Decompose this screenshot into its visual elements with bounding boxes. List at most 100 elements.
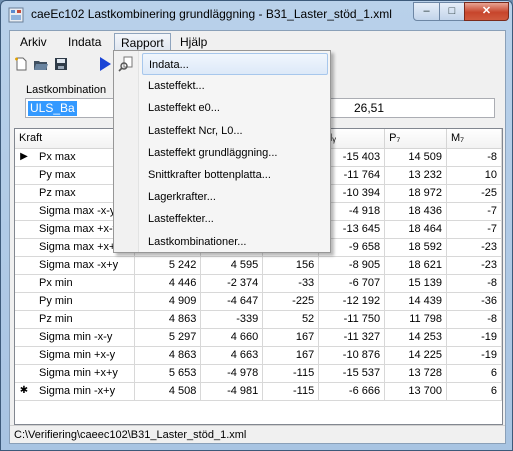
application-window: caeEc102 Lastkombinering grundläggning -… xyxy=(0,0,513,451)
table-cell: -2 374 xyxy=(200,274,264,293)
table-cell: 18 464 xyxy=(384,220,448,239)
table-cell: -8 xyxy=(446,274,502,293)
maximize-button[interactable]: □ xyxy=(439,2,465,21)
table-cell: -15 537 xyxy=(318,364,386,383)
menu-item-report[interactable]: Lasteffekt e0... xyxy=(142,97,328,119)
table-row[interactable]: Sigma min +x-y 4 863 4 663 167 -10 876 14 225… xyxy=(15,346,502,365)
table-cell: 4 863 xyxy=(134,346,202,365)
table-row[interactable]: Sigma max -x+y 5 242 4 595 156 -8 905 18 621-… xyxy=(15,256,502,275)
table-row[interactable]: Sigma min -x-y 5 297 4 660 167 -11 327 14 253… xyxy=(15,328,502,347)
load-combination-number: 26,51 xyxy=(353,101,384,115)
menu-arkiv[interactable]: Arkiv xyxy=(14,33,53,52)
menu-item-report[interactable]: Lastkombinationer... xyxy=(142,231,328,253)
title-bar[interactable]: caeEc102 Lastkombinering grundläggning -… xyxy=(1,1,512,29)
table-cell: 10 xyxy=(446,166,502,185)
menu-indata[interactable]: Indata xyxy=(62,33,107,52)
table-cell: 14 439 xyxy=(384,292,448,311)
table-cell: 11 798 xyxy=(384,310,448,329)
column-header-p7[interactable]: P₇ xyxy=(384,129,448,149)
menu-item-report[interactable]: Lagerkrafter... xyxy=(142,186,328,208)
row-label: Sigma min -x+y xyxy=(39,385,116,397)
table-cell: -8 905 xyxy=(318,256,386,275)
row-label: Sigma min +x+y xyxy=(39,367,118,379)
table-cell: 4 595 xyxy=(200,256,264,275)
table-cell: 4 660 xyxy=(200,328,264,347)
table-cell: -8 xyxy=(446,310,502,329)
menu-icon-gutter xyxy=(114,51,139,252)
table-cell: -12 192 xyxy=(318,292,386,311)
load-combination-value[interactable]: ULS_Ba xyxy=(28,101,77,116)
app-icon xyxy=(8,7,24,23)
new-file-icon[interactable] xyxy=(13,56,29,72)
row-label: Pz max xyxy=(39,187,76,199)
table-cell: -115 xyxy=(262,382,320,401)
table-cell: -4 647 xyxy=(200,292,264,311)
menu-item-report[interactable]: Lasteffekter... xyxy=(142,208,328,230)
table-cell: -11 327 xyxy=(318,328,386,347)
menu-item-report[interactable]: Lasteffekt... xyxy=(142,75,328,97)
row-label: Sigma max +x+y xyxy=(39,241,121,253)
table-cell: 4 446 xyxy=(134,274,202,293)
minimize-button[interactable]: – xyxy=(413,2,440,21)
table-cell: 4 508 xyxy=(134,382,202,401)
row-name-cell: Px min xyxy=(15,274,136,293)
status-file-path: C:\Verifiering\caeec102\B31_Laster_stöd_… xyxy=(14,429,247,441)
table-row[interactable]: Pz min 4 863 -339 52 -11 750 11 798 -8 xyxy=(15,310,502,329)
row-label: Sigma max -x+y xyxy=(39,259,119,271)
table-cell: 167 xyxy=(262,346,320,365)
row-label: Sigma max -x-y xyxy=(39,205,116,217)
table-cell: -6 666 xyxy=(318,382,386,401)
table-cell: -23 xyxy=(446,256,502,275)
menu-item-report[interactable]: Snittkrafter bottenplatta... xyxy=(142,164,328,186)
menu-item-report[interactable]: Indata... xyxy=(142,53,328,75)
row-label: Px max xyxy=(39,151,76,163)
save-icon[interactable] xyxy=(53,56,69,72)
table-cell: 18 972 xyxy=(384,184,448,203)
table-cell: 18 592 xyxy=(384,238,448,257)
menu-item-report[interactable]: Lasteffekt grundläggning... xyxy=(142,142,328,164)
table-cell: 5 242 xyxy=(134,256,202,275)
table-cell: 167 xyxy=(262,328,320,347)
table-cell: 13 728 xyxy=(384,364,448,383)
row-label: Py min xyxy=(39,295,73,307)
table-row[interactable]: ✱ Sigma min -x+y 4 508 -4 981 -115 -6 666 13 7… xyxy=(15,382,502,401)
load-combination-label: Lastkombination xyxy=(26,84,107,96)
run-play-icon[interactable] xyxy=(97,56,113,72)
row-name-cell: Sigma min +x-y xyxy=(15,346,136,365)
table-cell: -6 707 xyxy=(318,274,386,293)
window-title: caeEc102 Lastkombinering grundläggning -… xyxy=(31,7,392,21)
table-row[interactable]: Sigma min +x+y 5 653 -4 978 -115 -15 537 13 7… xyxy=(15,364,502,383)
menu-item-report[interactable]: Lasteffekt Ncr, L0... xyxy=(142,120,328,142)
table-cell: 5 297 xyxy=(134,328,202,347)
table-cell: 6 xyxy=(446,364,502,383)
table-cell: -8 xyxy=(446,148,502,167)
table-cell: 4 663 xyxy=(200,346,264,365)
status-bar: C:\Verifiering\caeec102\B31_Laster_stöd_… xyxy=(10,425,505,444)
table-cell: -25 xyxy=(446,184,502,203)
table-cell: -36 xyxy=(446,292,502,311)
row-label: Py max xyxy=(39,169,76,181)
table-cell: -7 xyxy=(446,202,502,221)
row-name-cell: Py min xyxy=(15,292,136,311)
row-label: Sigma min +x-y xyxy=(39,349,116,361)
report-icon xyxy=(118,56,133,72)
table-cell: -10 876 xyxy=(318,346,386,365)
row-name-cell: Sigma min +x+y xyxy=(15,364,136,383)
close-button[interactable]: ✕ xyxy=(464,2,509,21)
table-cell: -4 981 xyxy=(200,382,264,401)
table-cell: 14 253 xyxy=(384,328,448,347)
table-cell: 5 653 xyxy=(134,364,202,383)
row-label: Sigma max +x-y xyxy=(39,223,119,235)
table-cell: 6 xyxy=(446,382,502,401)
open-folder-icon[interactable] xyxy=(33,56,49,72)
table-row[interactable]: Py min 4 909 -4 647 -225 -12 192 14 439 -36 xyxy=(15,292,502,311)
row-name-cell: Pz min xyxy=(15,310,136,329)
table-cell: -4 978 xyxy=(200,364,264,383)
table-row[interactable]: Px min 4 446 -2 374 -33 -6 707 15 139 -8 xyxy=(15,274,502,293)
column-header-m7[interactable]: M₇ xyxy=(446,129,502,149)
row-marker: ▶ xyxy=(20,150,28,162)
table-cell: 4 909 xyxy=(134,292,202,311)
table-cell: 156 xyxy=(262,256,320,275)
table-cell: -19 xyxy=(446,328,502,347)
table-cell: 15 139 xyxy=(384,274,448,293)
